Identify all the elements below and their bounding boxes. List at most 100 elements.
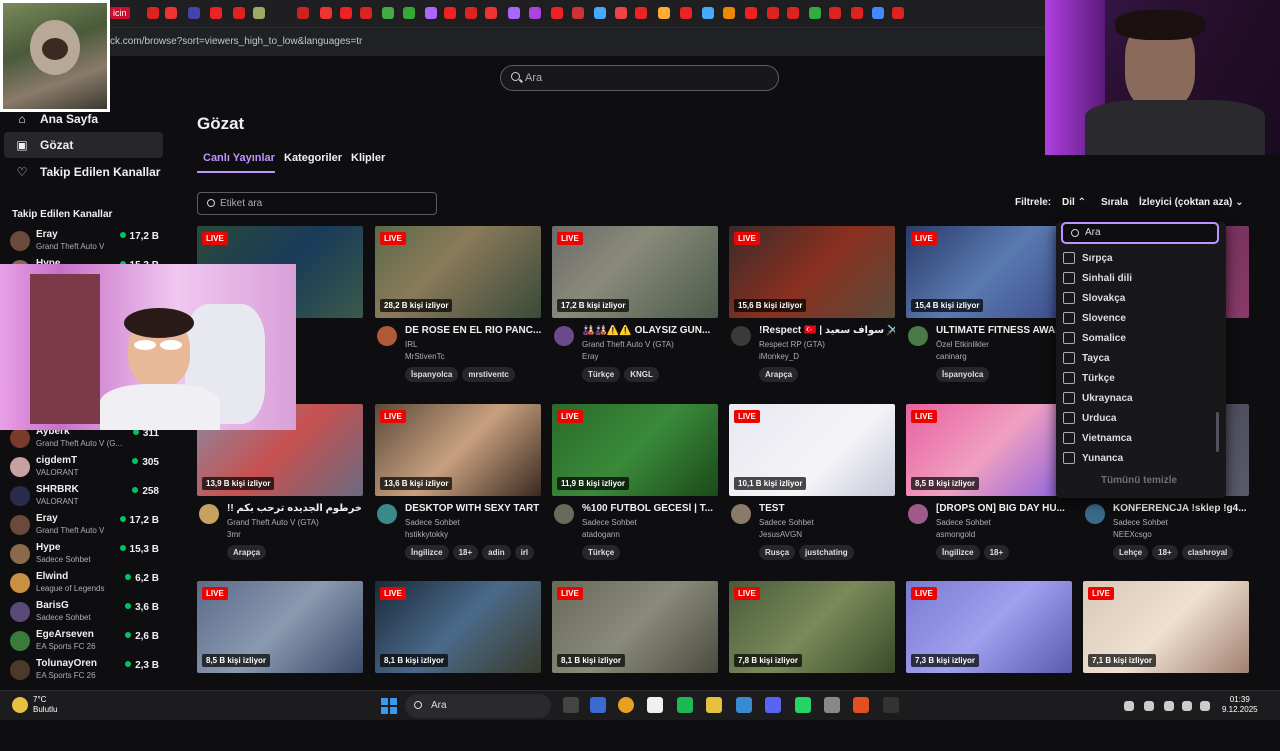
stream-card[interactable]: LIVE 28,2 B kişi izliyor DE ROSE EN EL RÍO…	[375, 226, 541, 396]
bookmark-icon[interactable]	[165, 7, 177, 19]
stream-game[interactable]: Sadece Sohbet	[1113, 518, 1168, 527]
sort-select[interactable]: İzleyici (çoktan aza) ⌄	[1139, 197, 1244, 208]
bookmark-icon[interactable]	[340, 7, 352, 19]
bookmark-icon[interactable]	[872, 7, 884, 19]
stream-title[interactable]: TEST	[759, 503, 895, 514]
stream-title[interactable]: !Respect 🇹🇷 | سواف سعيد ⚔️ |	[759, 325, 895, 336]
tag-pill[interactable]: İspanyolca	[936, 367, 990, 382]
stream-card[interactable]: LIVE 7,8 B kişi izliyor	[729, 581, 895, 751]
avatar[interactable]	[199, 504, 219, 524]
streamer-name[interactable]: 3mr	[227, 530, 241, 539]
stream-card[interactable]: LIVE 10,1 B kişi izliyor TEST Sadece Sohbet…	[729, 404, 895, 574]
bookmark-icon[interactable]	[594, 7, 606, 19]
language-option[interactable]: Slovence	[1063, 309, 1126, 327]
tag-pill[interactable]: Rusça	[759, 545, 796, 560]
streamer-name[interactable]: hstikkytokky	[405, 530, 448, 539]
language-option[interactable]: Urduca	[1063, 409, 1116, 427]
streamer-name[interactable]: NEEXcsgo	[1113, 530, 1152, 539]
microphone-icon[interactable]	[1144, 701, 1154, 711]
language-option[interactable]: Sinhali dili	[1063, 269, 1132, 287]
tab-live-channels[interactable]: Canlı Yayınlar	[203, 152, 275, 164]
checkbox[interactable]	[1063, 312, 1075, 324]
followed-channel[interactable]: Hype Sadece Sohbet 15,3 B	[10, 541, 163, 570]
discord-icon[interactable]	[765, 697, 781, 713]
stream-thumbnail[interactable]: LIVE 10,1 B kişi izliyor	[729, 404, 895, 496]
sidebar-item-following[interactable]: ♡ Takip Edilen Kanallar	[4, 159, 163, 185]
bookmark-icon[interactable]	[658, 7, 670, 19]
language-option[interactable]: Sırpça	[1063, 249, 1113, 267]
bookmark-icon[interactable]	[485, 7, 497, 19]
bookmark-icon[interactable]	[851, 7, 863, 19]
stream-thumbnail[interactable]: LIVE 28,2 B kişi izliyor	[375, 226, 541, 318]
volume-icon[interactable]	[1182, 701, 1192, 711]
bookmark-label[interactable]: icin	[110, 7, 130, 19]
avatar[interactable]	[377, 326, 397, 346]
bookmark-icon[interactable]	[615, 7, 627, 19]
checkbox[interactable]	[1063, 412, 1075, 424]
stream-thumbnail[interactable]: LIVE 15,4 B kişi izliyor	[906, 226, 1072, 318]
stream-game[interactable]: Sadece Sohbet	[759, 518, 814, 527]
bookmark-icon[interactable]	[892, 7, 904, 19]
sidebar-item-browse[interactable]: ▣ Gözat	[4, 132, 163, 158]
bookmark-icon[interactable]	[787, 7, 799, 19]
address-bar[interactable]: ck.com/browse?sort=viewers_high_to_low&l…	[0, 28, 1045, 56]
streamer-name[interactable]: Eray	[582, 352, 598, 361]
followed-channel[interactable]: Elwind League of Legends 6,2 B	[10, 570, 163, 599]
obs-icon[interactable]	[824, 697, 840, 713]
bookmark-icon[interactable]	[572, 7, 584, 19]
windows-start-icon[interactable]	[381, 698, 397, 714]
tag-pill[interactable]: Lehçe	[1113, 545, 1149, 560]
followed-channel[interactable]: TolunayOren EA Sports FC 26 2,3 B	[10, 657, 163, 686]
stream-title[interactable]: 🎎🎎⚠️⚠️ OLAYSIZ GÜN...	[582, 325, 718, 336]
bookmark-icon[interactable]	[403, 7, 415, 19]
checkbox[interactable]	[1063, 352, 1075, 364]
avatar[interactable]	[908, 504, 928, 524]
bookmark-icon[interactable]	[723, 7, 735, 19]
avatar[interactable]	[554, 504, 574, 524]
stream-card[interactable]: LIVE 8,5 B kişi izliyor [DROPS ON] BIG DAY…	[906, 404, 1072, 574]
chrome-icon[interactable]	[618, 697, 634, 713]
tag-pill[interactable]: mrstiventc	[462, 367, 515, 382]
language-option[interactable]: Somalice	[1063, 329, 1126, 347]
stream-game[interactable]: Sadece Sohbet	[582, 518, 637, 527]
stream-game[interactable]: Özel Etkinlikler	[936, 340, 989, 349]
bookmark-icon[interactable]	[508, 7, 520, 19]
bookmark-icon[interactable]	[210, 7, 222, 19]
language-option[interactable]: Yunanca	[1063, 449, 1123, 467]
weather-widget[interactable]: 7°C Bulutlu	[33, 695, 57, 715]
checkbox[interactable]	[1063, 332, 1075, 344]
tag-pill[interactable]: İngilizce	[405, 545, 449, 560]
avatar[interactable]	[731, 504, 751, 524]
task-view-icon[interactable]	[563, 697, 579, 713]
bookmark-icon[interactable]	[635, 7, 647, 19]
stream-thumbnail[interactable]: LIVE 11,9 B kişi izliyor	[552, 404, 718, 496]
followed-channel[interactable]: SHRBRK VALORANT 258	[10, 483, 163, 512]
stream-title[interactable]: ULTIMATE FITNESS AWA...	[936, 325, 1072, 336]
language-option[interactable]: Vietnamca	[1063, 429, 1132, 447]
bookmark-icon[interactable]	[829, 7, 841, 19]
file-explorer-icon[interactable]	[706, 697, 722, 713]
bookmark-icon[interactable]	[444, 7, 456, 19]
followed-channel[interactable]: EgeArseven EA Sports FC 26 2,6 B	[10, 628, 163, 657]
stream-card[interactable]: LIVE 15,6 B kişi izliyor !Respect 🇹🇷 | سوا…	[729, 226, 895, 396]
stream-thumbnail[interactable]: LIVE 17,2 B kişi izliyor	[552, 226, 718, 318]
streamer-name[interactable]: atadogann	[582, 530, 620, 539]
bookmark-icon[interactable]	[147, 7, 159, 19]
stream-card[interactable]: LIVE 7,1 B kişi izliyor	[1083, 581, 1249, 751]
whatsapp-icon[interactable]	[795, 697, 811, 713]
streamer-name[interactable]: JesusAVGN	[759, 530, 802, 539]
bookmark-icon[interactable]	[382, 7, 394, 19]
stream-title[interactable]: !! مدينة المعلم خرطوم الجديده ترحب بكم	[227, 503, 363, 514]
checkbox[interactable]	[1063, 432, 1075, 444]
tag-pill[interactable]: Arapça	[227, 545, 267, 560]
stream-thumbnail[interactable]: LIVE 7,8 B kişi izliyor	[729, 581, 895, 673]
settings-icon[interactable]	[736, 697, 752, 713]
tab-clips[interactable]: Klipler	[351, 152, 385, 164]
stream-thumbnail[interactable]: LIVE 8,5 B kişi izliyor	[197, 581, 363, 673]
bookmark-icon[interactable]	[767, 7, 779, 19]
tag-pill[interactable]: İspanyolca	[405, 367, 459, 382]
battery-icon[interactable]	[1200, 701, 1210, 711]
checkbox[interactable]	[1063, 292, 1075, 304]
tab-categories[interactable]: Kategoriler	[284, 152, 342, 164]
avatar[interactable]	[377, 504, 397, 524]
